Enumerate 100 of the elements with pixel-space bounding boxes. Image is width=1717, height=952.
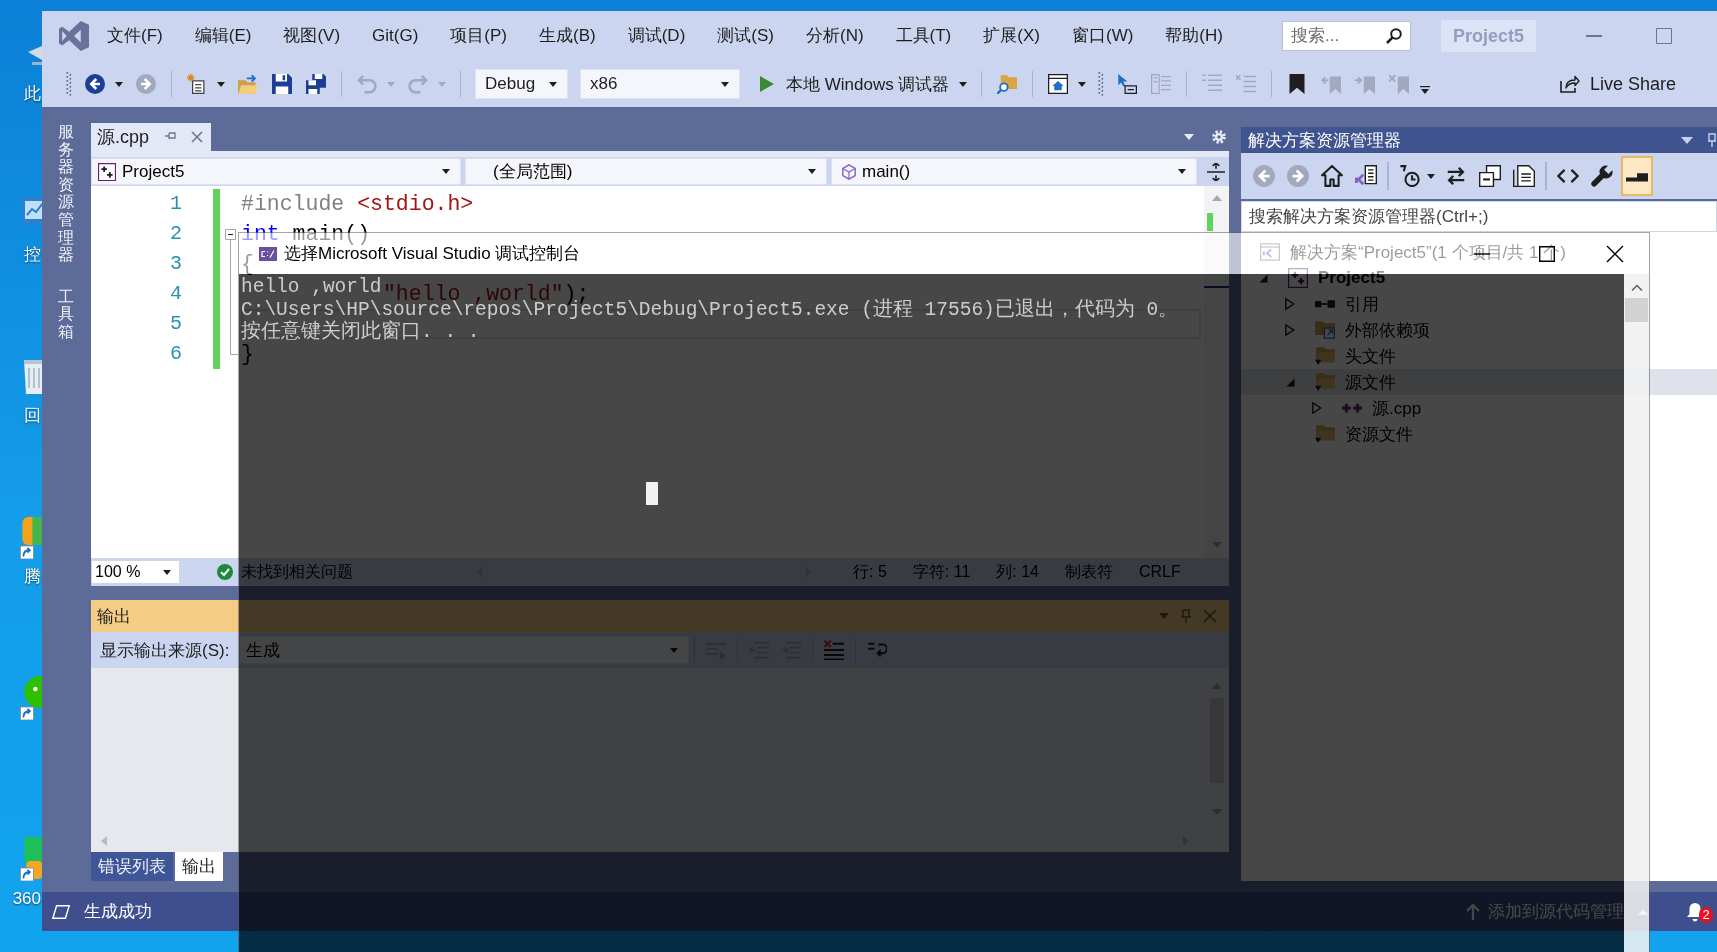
- line-number: 4: [169, 281, 182, 307]
- project-icon: [98, 162, 116, 181]
- caret-icon: [959, 81, 968, 87]
- sync-arrows-icon[interactable]: [1445, 165, 1467, 187]
- caret-icon[interactable]: [1427, 173, 1435, 179]
- switch-views-icon[interactable]: [1355, 165, 1377, 187]
- search-icon[interactable]: [1386, 28, 1402, 44]
- grip-handle[interactable]: [66, 72, 72, 96]
- start-debugging-button[interactable]: 本地 Windows 调试器: [754, 68, 974, 100]
- caret-icon: [721, 81, 729, 87]
- search-field[interactable]: 搜索...: [1282, 21, 1411, 51]
- code-line: }: [241, 342, 254, 366]
- code-line: #include <stdio.h>: [241, 192, 474, 216]
- document-tab[interactable]: 源.cpp: [91, 123, 212, 151]
- desktop-icon-label: 控: [24, 245, 42, 265]
- share-icon: [1559, 75, 1580, 93]
- desktop-icon-label: 360: [12, 889, 42, 909]
- folder-icon[interactable]: [238, 74, 258, 94]
- caret-icon[interactable]: [1078, 81, 1087, 87]
- caret-icon: [442, 169, 450, 174]
- split-window-icon[interactable]: [1207, 162, 1225, 181]
- collapse-icon[interactable]: [225, 229, 236, 249]
- preview-icon[interactable]: [1621, 156, 1653, 196]
- tab-list-caret-icon[interactable]: [1184, 134, 1194, 140]
- back-icon[interactable]: [85, 74, 105, 94]
- project-dropdown[interactable]: Project5: [91, 158, 461, 185]
- solution-title: Project5: [1441, 20, 1536, 52]
- zoom-dropdown[interactable]: 100 %: [91, 560, 180, 584]
- menu-item[interactable]: 调试(D): [611, 21, 702, 51]
- cube-icon: [842, 163, 856, 180]
- output-source-label: 显示输出来源(S):: [100, 639, 230, 662]
- menu-item[interactable]: 编辑(E): [178, 21, 268, 51]
- settings-icon[interactable]: [1211, 129, 1227, 145]
- configuration-dropdown[interactable]: Debug: [475, 69, 568, 99]
- code-line: {: [241, 252, 254, 276]
- text-cursor: [646, 482, 658, 505]
- notification-badge: 2: [1699, 906, 1713, 923]
- menu-item[interactable]: 文件(F): [91, 21, 179, 51]
- menu-item[interactable]: 生成(B): [523, 21, 612, 51]
- new-file-icon[interactable]: [187, 74, 207, 94]
- scrollbar-thumb[interactable]: [1625, 298, 1648, 322]
- menu-item[interactable]: Git(G): [356, 21, 435, 51]
- save-icon[interactable]: [272, 74, 292, 94]
- status-message: 生成成功: [84, 901, 152, 923]
- platform-dropdown[interactable]: x86: [580, 69, 740, 99]
- menu-item[interactable]: 扩展(X): [967, 21, 1056, 51]
- menu-item[interactable]: 视图(V): [267, 21, 357, 51]
- menu-item[interactable]: 帮助(H): [1149, 21, 1239, 51]
- caret-icon: [808, 169, 816, 174]
- overflow-icon[interactable]: [1420, 86, 1431, 94]
- solution-icon: [1260, 242, 1280, 262]
- line-number: 5: [169, 311, 182, 337]
- panel-tab[interactable]: 错误列表: [91, 852, 173, 881]
- scope-dropdown[interactable]: (全局范围): [465, 158, 827, 185]
- search-field[interactable]: 搜索解决方案资源管理器(Ctrl+;): [1241, 201, 1717, 232]
- menu-item[interactable]: 测试(S): [701, 21, 790, 51]
- side-tab[interactable]: 工具箱: [58, 287, 74, 341]
- live-share-button[interactable]: Live Share: [1555, 73, 1680, 95]
- app-logo-icon: [59, 21, 89, 51]
- caret-icon[interactable]: [115, 81, 123, 87]
- browser-icon[interactable]: [1048, 74, 1069, 94]
- panel-tab[interactable]: 输出: [175, 852, 223, 881]
- line-number: 1: [169, 191, 182, 217]
- pin-icon[interactable]: [1708, 133, 1716, 147]
- folder-search-icon[interactable]: [997, 74, 1018, 94]
- panel-title: 解决方案资源管理器: [1248, 129, 1401, 152]
- caret-icon: [1178, 169, 1186, 174]
- line-number: 3: [169, 251, 182, 277]
- console-line: 按任意键关闭此窗口. . .: [241, 321, 480, 344]
- desktop-icon-label: 此: [24, 84, 42, 104]
- wrench-icon[interactable]: [1591, 165, 1613, 187]
- desktop-icon-label: 回: [24, 406, 42, 426]
- grip-handle[interactable]: [1098, 72, 1105, 96]
- play-icon: [760, 76, 774, 92]
- caret-icon[interactable]: [217, 81, 225, 87]
- clock-icon[interactable]: [1399, 165, 1421, 187]
- window-title: 选择Microsoft Visual Studio 调试控制台: [284, 244, 581, 265]
- close-icon[interactable]: [1606, 244, 1624, 263]
- menu-item[interactable]: 分析(N): [789, 21, 880, 51]
- bookmark-icon[interactable]: [1287, 74, 1308, 94]
- member-dropdown[interactable]: main(): [831, 158, 1197, 185]
- home-icon[interactable]: [1321, 165, 1343, 187]
- documents-icon[interactable]: [1513, 165, 1535, 187]
- cursor-box-icon[interactable]: [1117, 74, 1138, 94]
- console-line: hello ,world: [241, 276, 382, 299]
- check-circle-icon: [217, 564, 233, 580]
- panel-outline-icon: [52, 904, 70, 919]
- change-marker: [1207, 213, 1213, 231]
- caret-icon: [549, 81, 557, 87]
- menu-item[interactable]: 窗口(W): [1055, 21, 1150, 51]
- scroll-up-icon[interactable]: [1630, 284, 1643, 291]
- menu-item[interactable]: 工具(T): [879, 21, 968, 51]
- menu-item[interactable]: 项目(P): [434, 21, 523, 51]
- collapse-all-icon[interactable]: [1479, 165, 1501, 187]
- side-tab[interactable]: 服务器资源管理器: [58, 123, 74, 264]
- panel-title: 输出: [97, 605, 131, 628]
- line-number: 2: [169, 221, 182, 247]
- save-all-icon[interactable]: [306, 74, 326, 94]
- desktop-icon-label: 腾: [24, 567, 42, 587]
- line-number: 6: [169, 341, 182, 367]
